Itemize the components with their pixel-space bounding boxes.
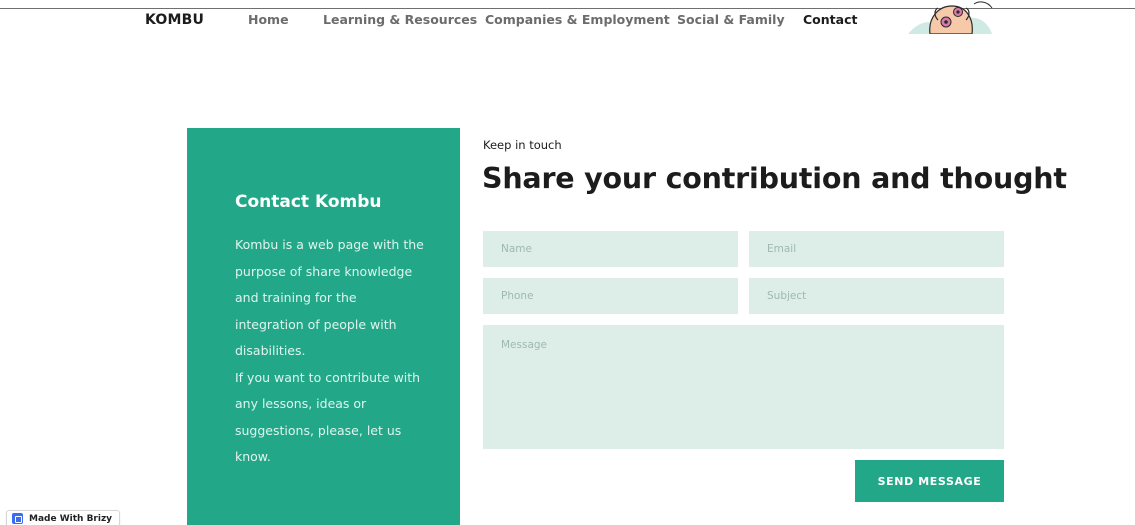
contact-card-paragraph-1: Kombu is a web page with the purpose of … <box>235 237 424 358</box>
email-input[interactable] <box>749 231 1004 267</box>
nav-link-contact[interactable]: Contact <box>803 12 857 27</box>
contact-card-description: Kombu is a web page with the purpose of … <box>235 232 425 471</box>
mascot-illustration <box>908 1 993 34</box>
main-nav: KOMBU Home Learning & Resources Companie… <box>0 0 1135 40</box>
nav-link-learning-resources[interactable]: Learning & Resources <box>323 12 477 27</box>
form-kicker: Keep in touch <box>483 138 562 152</box>
nav-link-social-family[interactable]: Social & Family <box>677 12 785 27</box>
subject-input[interactable] <box>749 278 1004 314</box>
contact-info-card: Contact Kombu Kombu is a web page with t… <box>187 128 460 525</box>
brand-logo[interactable]: KOMBU <box>145 12 204 28</box>
name-input[interactable] <box>483 231 738 267</box>
phone-input[interactable] <box>483 278 738 314</box>
message-textarea[interactable] <box>483 325 1004 449</box>
nav-link-companies-employment[interactable]: Companies & Employment <box>485 12 670 27</box>
brizy-badge-label: Made With Brizy <box>29 513 113 524</box>
contact-card-paragraph-2: If you want to contribute with any lesso… <box>235 369 421 465</box>
form-heading: Share your contribution and thought <box>482 162 1067 195</box>
made-with-brizy-badge[interactable]: Made With Brizy <box>6 510 120 525</box>
send-message-button[interactable]: SEND MESSAGE <box>855 460 1004 502</box>
brizy-logo-icon <box>12 513 23 524</box>
nav-link-home[interactable]: Home <box>248 12 289 27</box>
contact-card-title: Contact Kombu <box>235 192 382 212</box>
